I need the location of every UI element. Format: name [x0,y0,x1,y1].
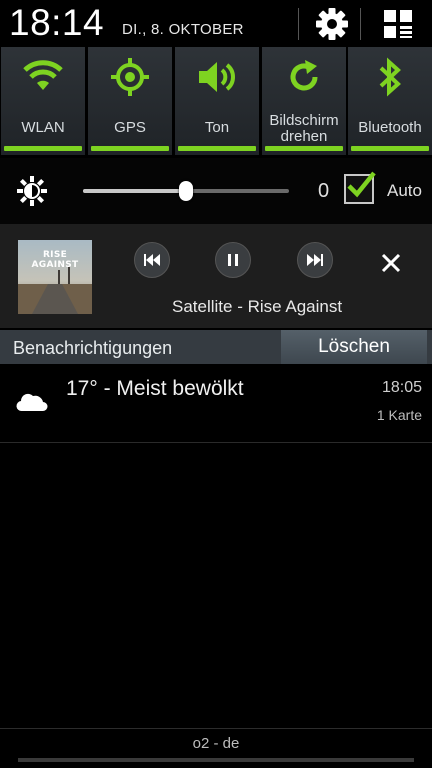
gear-icon [316,8,348,40]
toggle-label: WLAN [21,119,65,136]
bluetooth-icon [379,57,401,97]
auto-brightness-label: Auto [387,181,422,200]
rotate-icon [290,60,318,91]
toggle-label: Ton [204,119,230,136]
brightness-slider-thumb[interactable] [179,181,193,201]
album-art[interactable]: RISE AGAINST [18,240,92,314]
toggle-label-line1: Bildschirm [269,112,339,129]
toggle-rotate-screen[interactable]: Bildschirm drehen [262,47,346,155]
brightness-value: 0 [318,180,330,202]
toggle-active-bar [178,146,256,151]
clear-notifications-button[interactable]: Löschen [281,330,427,364]
next-icon [307,254,323,266]
brightness-slider[interactable] [83,181,289,201]
drag-handle[interactable] [18,758,414,762]
header-divider [360,8,361,40]
toggle-active-bar [91,146,169,151]
cloud-icon [16,393,48,412]
close-icon [381,253,401,273]
pause-button[interactable] [215,242,251,278]
carrier-label: o2 - de [192,735,240,752]
previous-button[interactable] [134,242,170,278]
next-button[interactable] [297,242,333,278]
brightness-icon [17,176,47,206]
header-divider [298,8,299,40]
toggle-sound[interactable]: Ton [175,47,259,155]
clock: 18:14 [9,2,105,43]
toggle-label: Bluetooth [358,119,422,136]
pause-icon [228,254,238,266]
toggle-label-line2: drehen [280,128,328,145]
wifi-icon [23,60,63,90]
quick-settings-button[interactable] [378,5,418,43]
toggle-active-bar [4,146,82,151]
toggle-bluetooth[interactable]: Bluetooth [348,47,432,155]
speaker-icon [199,62,235,92]
notification-item[interactable]: 17° - Meist bewölkt 18:05 1 Karte [0,364,432,443]
toggle-wlan[interactable]: WLAN [1,47,85,155]
notification-text: 17° - Meist bewölkt [66,377,244,400]
toggle-active-bar [265,146,343,151]
track-title: Satellite - Rise Against [172,297,343,316]
date: DI., 8. OKTOBER [122,21,244,38]
quick-settings-grid-icon [384,10,412,38]
notifications-header: Benachrichtigungen Löschen [0,330,432,364]
toggle-active-bar [351,146,429,151]
toggle-gps[interactable]: GPS [88,47,172,155]
album-title-text: RISE AGAINST [31,250,79,270]
media-player: RISE AGAINST Satellite - Rise Against [0,224,432,328]
previous-icon [144,254,160,266]
checkmark-icon [347,171,376,198]
settings-button[interactable] [312,5,352,43]
notifications-title: Benachrichtigungen [13,338,173,358]
notification-time: 18:05 [381,379,422,396]
auto-brightness-checkbox[interactable] [344,171,376,204]
quick-toggles: WLAN GPS Ton Bildschirm drehen Bluetooth [0,46,432,158]
notification-subtext: 1 Karte [376,407,422,423]
gps-icon [111,58,149,96]
footer-divider [0,728,432,729]
close-player-button[interactable] [376,248,406,278]
brightness-slider-fill [83,189,186,193]
status-header: 18:14 DI., 8. OKTOBER [0,0,432,46]
toggle-label: GPS [114,119,146,136]
